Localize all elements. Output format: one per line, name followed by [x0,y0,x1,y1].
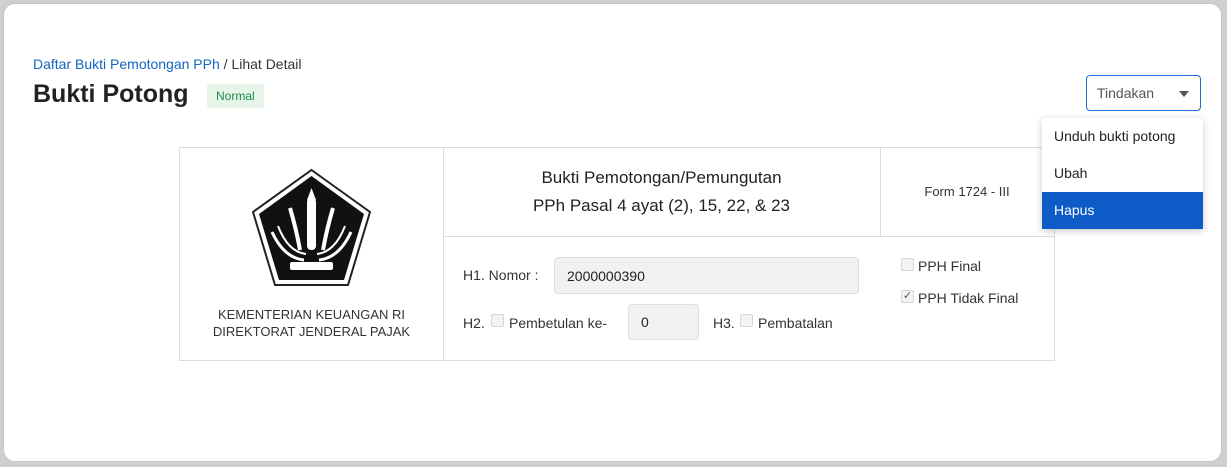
pph-tidak-final-checkbox[interactable]: ✓ [901,290,914,303]
kemenkeu-logo-icon [251,168,372,286]
actions-menu: Unduh bukti potong Ubah Hapus [1042,118,1203,229]
pembetulan-ke-field[interactable] [628,304,699,340]
pph-tidak-final-label: PPH Tidak Final [918,290,1019,306]
pembatalan-label: Pembatalan [758,315,833,331]
logo-cell: KEMENTERIAN KEUANGAN RI DIREKTORAT JENDE… [180,148,444,360]
menu-item-hapus[interactable]: Hapus [1042,192,1203,229]
nomor-field[interactable] [554,257,859,294]
h1-label: H1. Nomor : [463,267,539,283]
breadcrumb-current: Lihat Detail [231,56,302,72]
breadcrumb-separator: / [219,56,232,72]
actions-dropdown-label: Tindakan [1097,85,1155,101]
actions-dropdown[interactable]: Tindakan [1086,75,1201,111]
app-frame: Daftar Bukti Pemotongan PPh / Lihat Deta… [3,3,1222,462]
menu-item-unduh[interactable]: Unduh bukti potong [1042,118,1203,155]
heading-line-1: Bukti Pemotongan/Pemungutan [541,168,782,187]
org-name: KEMENTERIAN KEUANGAN RI DIREKTORAT JENDE… [180,306,443,340]
pembetulan-checkbox[interactable] [491,314,504,327]
status-badge: Normal [207,84,264,108]
h3-label: H3. [713,315,735,331]
chevron-down-icon [1179,91,1189,97]
document-heading: Bukti Pemotongan/Pemungutan PPh Pasal 4 … [443,148,881,237]
h2-label: H2. [463,315,485,331]
page-title: Bukti Potong [33,80,189,108]
pph-final-checkbox[interactable] [901,258,914,271]
org-line-1: KEMENTERIAN KEUANGAN RI [217,307,406,322]
breadcrumb-link-daftar[interactable]: Daftar Bukti Pemotongan PPh [33,56,220,72]
document-card: KEMENTERIAN KEUANGAN RI DIREKTORAT JENDE… [179,147,1055,361]
form-code: Form 1724 - III [880,148,1054,237]
pembetulan-label: Pembetulan ke- [509,315,608,331]
breadcrumb: Daftar Bukti Pemotongan PPh / Lihat Deta… [33,56,302,72]
pph-final-label: PPH Final [918,258,982,274]
org-line-2: DIREKTORAT JENDERAL PAJAK [212,324,411,339]
heading-line-2: PPh Pasal 4 ayat (2), 15, 22, & 23 [532,196,791,215]
pembatalan-checkbox[interactable] [740,314,753,327]
menu-item-ubah[interactable]: Ubah [1042,155,1203,192]
